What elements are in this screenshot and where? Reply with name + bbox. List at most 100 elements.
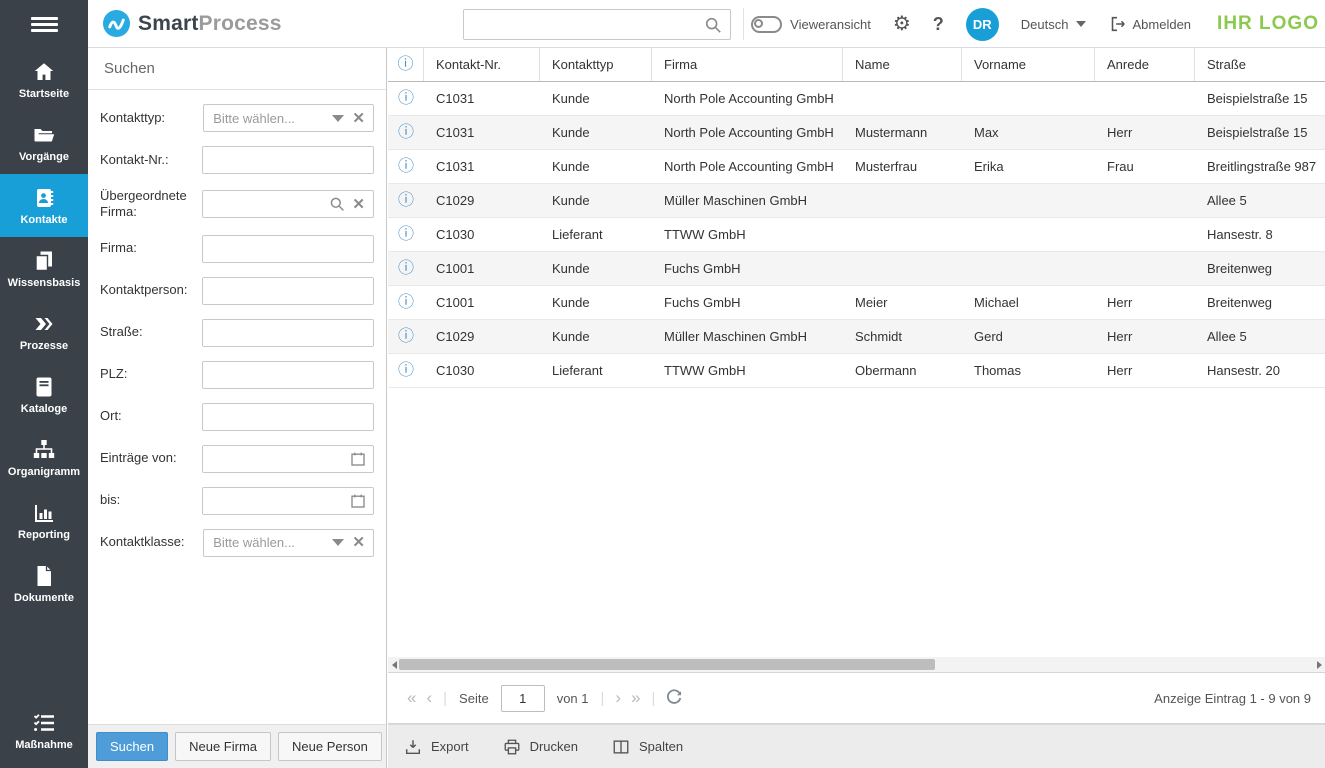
next-page-button[interactable]: › xyxy=(610,688,626,708)
info-icon[interactable]: ⓘ xyxy=(398,90,414,107)
cell-strasse: Beispielstraße 15 xyxy=(1207,125,1308,140)
kontakt-nr-input[interactable] xyxy=(203,147,373,173)
sidebar-item-vorgaenge[interactable]: Vorgänge xyxy=(0,111,88,174)
dropdown-caret-icon[interactable] xyxy=(332,539,345,546)
table-row[interactable]: ⓘ C1030 Lieferant TTWW GmbH Obermann Tho… xyxy=(388,354,1325,388)
sidebar-item-kontakte[interactable]: Kontakte xyxy=(0,174,88,237)
scrollbar-thumb[interactable] xyxy=(399,659,935,670)
search-button[interactable]: Suchen xyxy=(96,732,169,761)
table-row[interactable]: ⓘ C1031 Kunde North Pole Accounting GmbH… xyxy=(388,116,1325,150)
sidebar-item-prozesse[interactable]: Prozesse xyxy=(0,300,88,363)
info-icon[interactable]: ⓘ xyxy=(398,328,414,345)
kontaktklasse-select[interactable]: Bitte wählen... ✕ xyxy=(203,528,374,557)
eintraege-von-input[interactable] xyxy=(203,445,350,472)
dropdown-caret-icon[interactable] xyxy=(332,114,345,122)
cell-firma: Müller Maschinen GmbH xyxy=(664,329,808,344)
new-company-button[interactable]: Neue Firma xyxy=(175,732,272,761)
user-avatar[interactable]: DR xyxy=(965,7,999,41)
sidebar-item-kataloge[interactable]: Kataloge xyxy=(0,363,88,426)
clear-icon[interactable]: ✕ xyxy=(352,535,365,550)
table-row[interactable]: ⓘ C1029 Kunde Müller Maschinen GmbH Schm… xyxy=(388,320,1325,354)
table-row[interactable]: ⓘ C1031 Kunde North Pole Accounting GmbH… xyxy=(388,150,1325,184)
firma-input[interactable] xyxy=(203,235,373,262)
settings-gear-icon[interactable]: ⚙ xyxy=(893,14,911,34)
sidebar-item-label: Kataloge xyxy=(20,402,68,415)
new-person-button[interactable]: Neue Person xyxy=(278,732,382,761)
cell-vorname: Max xyxy=(974,125,999,140)
info-icon[interactable]: ⓘ xyxy=(398,294,414,311)
columns-button[interactable]: Spalten xyxy=(612,738,683,756)
language-selector[interactable]: Deutsch xyxy=(1021,17,1086,32)
table-row[interactable]: ⓘ C1031 Kunde North Pole Accounting GmbH… xyxy=(388,82,1325,116)
sidebar-item-massnahme[interactable]: Maßnahme xyxy=(0,699,88,762)
info-icon[interactable]: ⓘ xyxy=(398,158,414,175)
scroll-right-arrow[interactable] xyxy=(1313,657,1325,672)
column-header-kontakt-nr[interactable]: Kontakt-Nr. xyxy=(424,48,540,81)
table-row[interactable]: ⓘ C1030 Lieferant TTWW GmbH Hansestr. 8 xyxy=(388,218,1325,252)
prev-page-button[interactable]: ‹ xyxy=(421,688,437,708)
horizontal-scrollbar[interactable] xyxy=(388,657,1325,672)
sidebar-item-dokumente[interactable]: Dokumente xyxy=(0,552,88,615)
sidebar-item-startseite[interactable]: Startseite xyxy=(0,48,88,111)
field-label: Kontaktklasse: xyxy=(100,534,185,550)
cell-strasse: Breitenweg xyxy=(1207,295,1273,310)
clear-icon[interactable]: ✕ xyxy=(352,111,365,126)
refresh-icon[interactable] xyxy=(661,689,687,707)
info-icon[interactable]: ⓘ xyxy=(398,362,414,379)
field-label: Ort: xyxy=(100,408,122,424)
plz-input[interactable] xyxy=(203,361,373,388)
info-icon[interactable]: ⓘ xyxy=(398,260,414,277)
pagination-bar: « ‹ | Seite von 1 | › » | Anzeige Eintra… xyxy=(388,672,1325,724)
app-logo[interactable]: SmartProcess xyxy=(102,9,282,38)
field-label: PLZ: xyxy=(100,366,128,382)
column-header-vorname[interactable]: Vorname xyxy=(962,48,1095,81)
info-icon[interactable]: ⓘ xyxy=(398,226,414,243)
bis-input[interactable] xyxy=(203,487,350,514)
cell-name xyxy=(843,252,962,285)
table-row[interactable]: ⓘ C1001 Kunde Fuchs GmbH Breitenweg xyxy=(388,252,1325,286)
field-label: Übergeordnete Firma: xyxy=(100,188,187,220)
ort-input[interactable] xyxy=(203,403,373,430)
table-row[interactable]: ⓘ C1001 Kunde Fuchs GmbH Meier Michael H… xyxy=(388,286,1325,320)
orgchart-icon xyxy=(33,439,55,458)
sidebar-item-organigramm[interactable]: Organigramm xyxy=(0,426,88,489)
print-button[interactable]: Drucken xyxy=(503,738,578,756)
clear-icon[interactable]: ✕ xyxy=(352,197,365,212)
global-search-input[interactable] xyxy=(464,10,704,39)
viewer-toggle[interactable] xyxy=(751,15,783,33)
last-page-button[interactable]: » xyxy=(626,688,645,708)
help-icon[interactable]: ? xyxy=(933,14,944,35)
column-header-kontakttyp[interactable]: Kontakttyp xyxy=(540,48,652,81)
first-page-button[interactable]: « xyxy=(402,688,421,708)
uebergeordnete-firma-input[interactable] xyxy=(203,191,330,218)
table-row[interactable]: ⓘ C1029 Kunde Müller Maschinen GmbH Alle… xyxy=(388,184,1325,218)
calendar-icon[interactable] xyxy=(350,451,366,467)
kontakttyp-select[interactable]: Bitte wählen... ✕ xyxy=(203,104,374,132)
kontaktperson-input[interactable] xyxy=(203,277,373,304)
strasse-input[interactable] xyxy=(203,319,373,346)
search-icon[interactable] xyxy=(329,196,345,212)
page-number-input[interactable] xyxy=(500,684,545,712)
calendar-icon[interactable] xyxy=(350,493,366,509)
separator: | xyxy=(651,689,656,707)
export-button[interactable]: Export xyxy=(404,738,469,756)
search-icon[interactable] xyxy=(704,16,722,34)
hamburger-menu-button[interactable] xyxy=(0,0,88,48)
column-header-strasse[interactable]: Straße xyxy=(1195,48,1325,81)
column-header-name[interactable]: Name xyxy=(843,48,962,81)
contacts-table-region: ⓘ Kontakt-Nr. Kontakttyp Firma Name Vorn… xyxy=(388,48,1325,768)
info-column-header[interactable]: ⓘ xyxy=(388,48,424,81)
sidebar-item-reporting[interactable]: Reporting xyxy=(0,489,88,552)
cell-kontakt-nr: C1031 xyxy=(436,91,475,106)
info-icon[interactable]: ⓘ xyxy=(398,192,414,209)
info-icon: ⓘ xyxy=(397,55,414,73)
logout-button[interactable]: Abmelden xyxy=(1108,15,1191,33)
cell-kontakt-nr: C1031 xyxy=(436,159,475,174)
column-header-firma[interactable]: Firma xyxy=(652,48,843,81)
barchart-icon xyxy=(35,504,53,522)
info-icon[interactable]: ⓘ xyxy=(398,124,414,141)
sidebar-item-wissensbasis[interactable]: Wissensbasis xyxy=(0,237,88,300)
cell-strasse: Allee 5 xyxy=(1207,193,1247,208)
field-label: Kontakttyp: xyxy=(100,109,166,125)
column-header-anrede[interactable]: Anrede xyxy=(1095,48,1195,81)
